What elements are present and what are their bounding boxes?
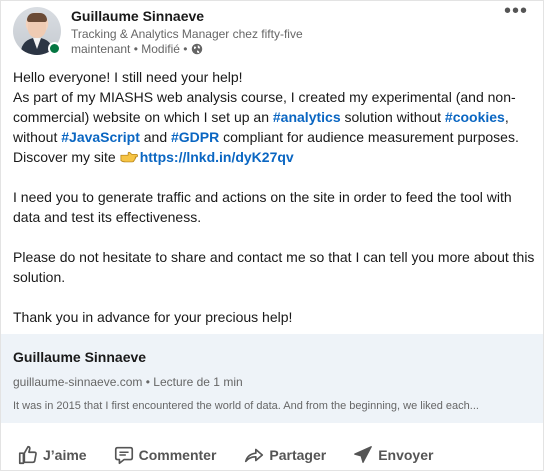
hashtag-analytics[interactable]: #analytics	[273, 109, 341, 125]
site-link[interactable]: https://lnkd.in/dyK27qv	[140, 149, 294, 165]
globe-icon	[192, 43, 203, 55]
post-header: Guillaume Sinnaeve Tracking & Analytics …	[13, 1, 533, 59]
share-icon	[245, 448, 264, 462]
avatar[interactable]	[13, 7, 61, 55]
comment-label: Commenter	[138, 446, 217, 463]
hashtag-gdpr[interactable]: #GDPR	[171, 129, 219, 145]
post-paragraph-2: I need you to generate traffic and actio…	[13, 189, 512, 225]
post-line: solution without	[340, 109, 445, 125]
pointing-hand-icon	[120, 151, 138, 163]
send-label: Envoyer	[378, 446, 434, 463]
action-bar: J’aime Commenter Partager Envoyer	[1, 437, 543, 471]
like-label: J’aime	[43, 446, 87, 463]
share-label: Partager	[269, 446, 327, 463]
more-icon[interactable]: •••	[503, 1, 529, 23]
post-line: compliant for audience measurement purpo…	[219, 129, 519, 145]
hashtag-cookies[interactable]: #cookies	[445, 109, 505, 125]
link-preview[interactable]: Guillaume Sinnaeve guillaume-sinnaeve.co…	[1, 334, 543, 423]
send-icon	[354, 445, 373, 463]
post-line: Discover my site	[13, 149, 116, 165]
post-text: Hello everyone! I still need your help! …	[13, 67, 535, 327]
post-meta-text: maintenant • Modifié •	[71, 42, 188, 56]
preview-meta: guillaume-sinnaeve.com • Lecture de 1 mi…	[13, 375, 243, 389]
post-card: Guillaume Sinnaeve Tracking & Analytics …	[0, 0, 544, 471]
like-button[interactable]: J’aime	[11, 439, 93, 471]
send-button[interactable]: Envoyer	[346, 439, 439, 471]
author-headline: Tracking & Analytics Manager chez fifty-…	[71, 27, 303, 41]
comment-icon	[114, 446, 133, 464]
preview-excerpt: It was in 2015 that I first encountered …	[13, 400, 479, 412]
preview-title: Guillaume Sinnaeve	[13, 349, 147, 365]
post-paragraph-3: Please do not hesitate to share and cont…	[13, 249, 535, 285]
post-paragraph-4: Thank you in advance for your precious h…	[13, 309, 293, 325]
online-status-dot	[48, 42, 61, 55]
like-icon	[18, 445, 37, 464]
post-line: Hello everyone! I still need your help!	[13, 69, 243, 85]
share-button[interactable]: Partager	[237, 439, 332, 471]
hashtag-javascript[interactable]: #JavaScript	[61, 129, 140, 145]
post-meta: maintenant • Modifié •	[71, 42, 203, 56]
comment-button[interactable]: Commenter	[107, 439, 223, 471]
author-name[interactable]: Guillaume Sinnaeve	[71, 8, 204, 24]
post-line: and	[139, 129, 171, 145]
